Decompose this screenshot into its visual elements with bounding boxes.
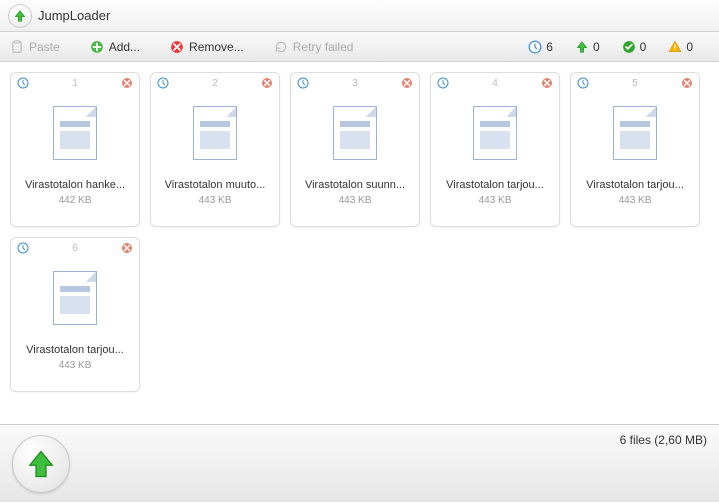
document-icon <box>473 106 517 160</box>
remove-icon <box>170 40 184 54</box>
card-remove-icon[interactable] <box>121 77 133 89</box>
footer-summary: 6 files (2,60 MB) <box>620 433 707 447</box>
card-filesize: 443 KB <box>339 195 372 206</box>
card-index: 6 <box>29 243 121 254</box>
card-filesize: 443 KB <box>59 360 92 371</box>
footer-bar: 6 files (2,60 MB) <box>0 424 719 502</box>
card-index: 4 <box>449 78 541 89</box>
card-remove-icon[interactable] <box>401 77 413 89</box>
card-filesize: 443 KB <box>199 195 232 206</box>
card-thumb <box>30 93 120 173</box>
retry-button[interactable]: Retry failed <box>274 40 354 54</box>
card-filename: Virastotalon tarjou... <box>26 344 124 356</box>
card-remove-icon[interactable] <box>541 77 553 89</box>
card-index: 2 <box>169 78 261 89</box>
app-title: JumpLoader <box>38 8 110 23</box>
file-card[interactable]: 6 Virastotalon tarjou... 443 KB <box>10 237 140 392</box>
toolbar: Paste Add... Remove... Retry failed 6 0 … <box>0 32 719 62</box>
file-card[interactable]: 2 Virastotalon muuto... 443 KB <box>150 72 280 227</box>
card-clock-icon[interactable] <box>297 77 309 89</box>
clipboard-icon <box>10 40 24 54</box>
document-icon <box>53 271 97 325</box>
remove-label: Remove... <box>189 40 244 54</box>
status-pending: 6 <box>528 40 553 54</box>
file-card[interactable]: 3 Virastotalon suunn... 443 KB <box>290 72 420 227</box>
document-icon <box>193 106 237 160</box>
upload-icon-button[interactable] <box>8 4 32 28</box>
card-index: 3 <box>309 78 401 89</box>
remove-button[interactable]: Remove... <box>170 40 244 54</box>
file-card[interactable]: 5 Virastotalon tarjou... 443 KB <box>570 72 700 227</box>
add-label: Add... <box>109 40 140 54</box>
card-top: 3 <box>291 73 419 93</box>
clock-icon <box>528 40 542 54</box>
retry-label: Retry failed <box>293 40 354 54</box>
status-warning: 0 <box>668 40 693 54</box>
card-filename: Virastotalon suunn... <box>305 179 405 191</box>
card-thumb <box>450 93 540 173</box>
card-filesize: 442 KB <box>59 195 92 206</box>
card-top: 2 <box>151 73 279 93</box>
card-filename: Virastotalon tarjou... <box>446 179 544 191</box>
status-uploaded: 0 <box>575 40 600 54</box>
status-uploaded-count: 0 <box>593 40 600 54</box>
card-remove-icon[interactable] <box>121 242 133 254</box>
card-clock-icon[interactable] <box>17 77 29 89</box>
add-button[interactable]: Add... <box>90 40 140 54</box>
document-icon <box>333 106 377 160</box>
card-index: 5 <box>589 78 681 89</box>
card-clock-icon[interactable] <box>17 242 29 254</box>
paste-button[interactable]: Paste <box>10 40 60 54</box>
card-clock-icon[interactable] <box>157 77 169 89</box>
card-top: 6 <box>11 238 139 258</box>
document-icon <box>613 106 657 160</box>
file-card[interactable]: 1 Virastotalon hanke... 442 KB <box>10 72 140 227</box>
card-top: 5 <box>571 73 699 93</box>
status-ok-count: 0 <box>640 40 647 54</box>
paste-label: Paste <box>29 40 60 54</box>
retry-icon <box>274 40 288 54</box>
card-clock-icon[interactable] <box>577 77 589 89</box>
card-filename: Virastotalon muuto... <box>165 179 266 191</box>
arrow-up-small-icon <box>575 40 589 54</box>
card-filename: Virastotalon hanke... <box>25 179 125 191</box>
check-icon <box>622 40 636 54</box>
card-thumb <box>590 93 680 173</box>
card-top: 1 <box>11 73 139 93</box>
card-top: 4 <box>431 73 559 93</box>
card-filesize: 443 KB <box>479 195 512 206</box>
card-clock-icon[interactable] <box>437 77 449 89</box>
arrow-up-large-icon <box>26 449 56 479</box>
card-thumb <box>170 93 260 173</box>
document-icon <box>53 106 97 160</box>
card-remove-icon[interactable] <box>261 77 273 89</box>
card-remove-icon[interactable] <box>681 77 693 89</box>
card-filename: Virastotalon tarjou... <box>586 179 684 191</box>
add-icon <box>90 40 104 54</box>
card-index: 1 <box>29 78 121 89</box>
status-ok: 0 <box>622 40 647 54</box>
file-grid: 1 Virastotalon hanke... 442 KB 2 Virasto… <box>0 62 719 424</box>
status-warning-count: 0 <box>686 40 693 54</box>
file-card[interactable]: 4 Virastotalon tarjou... 443 KB <box>430 72 560 227</box>
upload-button[interactable] <box>12 435 70 493</box>
status-pending-count: 6 <box>546 40 553 54</box>
card-filesize: 443 KB <box>619 195 652 206</box>
arrow-up-icon <box>13 9 27 23</box>
card-thumb <box>310 93 400 173</box>
warning-icon <box>668 40 682 54</box>
card-thumb <box>30 258 120 338</box>
header-bar: JumpLoader <box>0 0 719 32</box>
